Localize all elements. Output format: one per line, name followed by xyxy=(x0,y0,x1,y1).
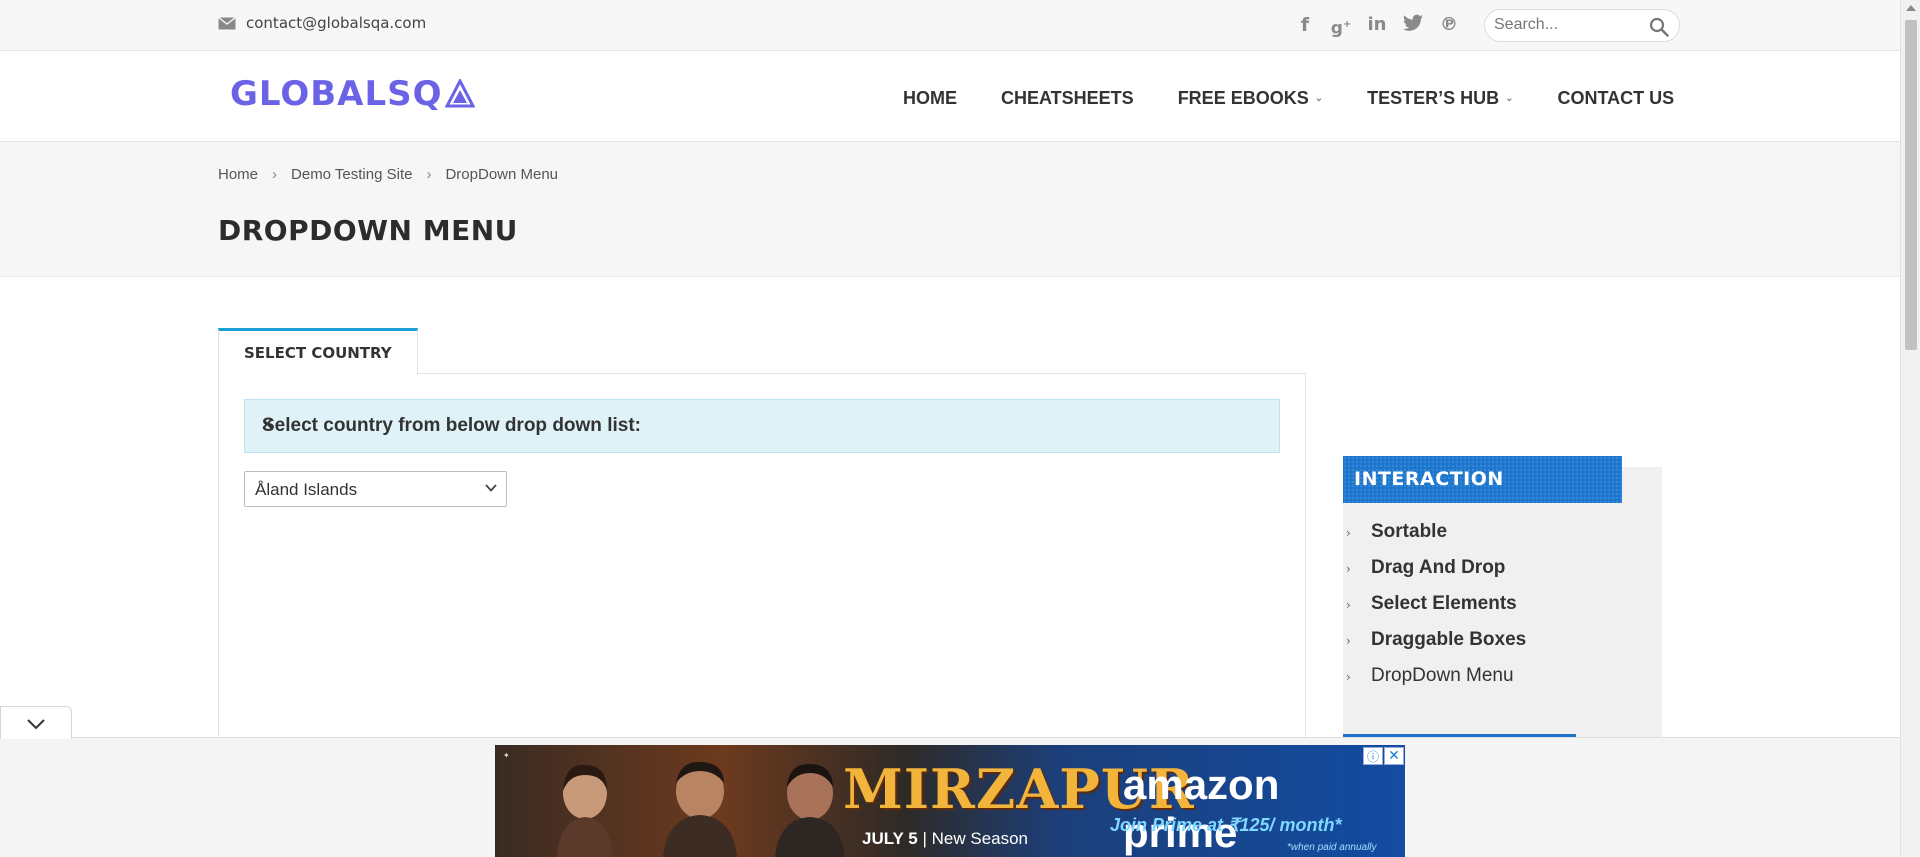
page-scrollbar[interactable] xyxy=(1900,0,1920,857)
search-icon[interactable] xyxy=(1649,17,1669,37)
sidebar-item-sortable[interactable]: › Sortable xyxy=(1343,516,1643,552)
top-bar: contact@globalsqa.com f g+ in ℗ xyxy=(0,0,1900,51)
ad-offer: Join Prime at ₹125/ month* xyxy=(1110,815,1342,835)
contact-email-text: contact@globalsqa.com xyxy=(246,14,427,32)
site-logo[interactable]: GLOBALSQ xyxy=(230,74,475,114)
sidebar-item-select-elements[interactable]: › Select Elements xyxy=(1343,588,1643,624)
ad-badge-logo: ✦ xyxy=(503,751,510,760)
nav-contact-us[interactable]: CONTACT US xyxy=(1558,88,1675,109)
site-header: GLOBALSQ HOME CHEATSHEETS FREE EBOOKS ⌄ T… xyxy=(0,52,1900,142)
sidebar-item-label: Select Elements xyxy=(1371,593,1517,614)
google-plus-icon[interactable]: g+ xyxy=(1330,14,1352,39)
nav-cheatsheets[interactable]: CHEATSHEETS xyxy=(1001,88,1134,109)
ad-cast-image xyxy=(557,761,845,857)
main-nav: HOME CHEATSHEETS FREE EBOOKS ⌄ TESTER’S H… xyxy=(903,88,1674,109)
sidebar-item-label: Draggable Boxes xyxy=(1371,629,1527,650)
chevron-right-icon: › xyxy=(1346,526,1351,540)
linkedin-icon[interactable]: in xyxy=(1366,14,1388,36)
chevron-right-icon: › xyxy=(1346,598,1351,612)
breadcrumb-current: DropDown Menu xyxy=(445,166,559,183)
nav-free-ebooks[interactable]: FREE EBOOKS ⌄ xyxy=(1178,88,1323,109)
chevron-right-icon: › xyxy=(1346,670,1351,684)
sidebar-heading: INTERACTION xyxy=(1343,456,1622,503)
sidebar-item-label: DropDown Menu xyxy=(1371,665,1514,686)
ad-date: JULY 5 | New Season xyxy=(862,829,1028,849)
chevron-down-icon xyxy=(485,484,497,492)
adchoices-icon[interactable]: ⓘ xyxy=(1363,747,1383,765)
tab-label: SELECT COUNTRY xyxy=(244,344,392,362)
breadcrumb-demo-testing-site[interactable]: Demo Testing Site xyxy=(291,166,412,183)
country-select[interactable]: Åland Islands xyxy=(244,471,507,507)
nav-home[interactable]: HOME xyxy=(903,88,957,109)
chevron-down-icon xyxy=(27,719,45,730)
social-links: f g+ in ℗ xyxy=(1294,14,1460,39)
country-select-value: Åland Islands xyxy=(255,480,358,499)
ad-date-rest: | New Season xyxy=(917,829,1029,848)
sidebar-heading-text: INTERACTION xyxy=(1354,468,1504,490)
ad-fine-print: *when paid annually xyxy=(1287,842,1377,853)
info-alert: Select country from below drop down list… xyxy=(244,399,1280,453)
advertisement-banner[interactable]: ✦ MIRZAPUR JULY 5 | New Season amazon pr… xyxy=(495,745,1405,857)
sidebar-item-dropdown-menu[interactable]: › DropDown Menu xyxy=(1343,660,1643,696)
chevron-down-icon: ⌄ xyxy=(1505,93,1514,104)
breadcrumb-separator-icon: › xyxy=(426,166,432,183)
scrollbar-thumb[interactable] xyxy=(1905,20,1917,350)
collapse-ad-button[interactable] xyxy=(0,706,72,739)
ad-date-bold: JULY 5 xyxy=(862,829,918,848)
sidebar-item-draggable-boxes[interactable]: › Draggable Boxes xyxy=(1343,624,1643,660)
search-box[interactable] xyxy=(1484,9,1680,42)
logo-triangle-icon xyxy=(444,79,475,108)
chevron-right-icon: › xyxy=(1346,634,1351,648)
facebook-icon[interactable]: f xyxy=(1294,14,1316,36)
breadcrumb: Home › Demo Testing Site › DropDown Menu xyxy=(218,166,558,183)
ad-close-icon[interactable]: ✕ xyxy=(1384,747,1404,765)
logo-text: GLOBALSQ xyxy=(230,74,443,114)
pinterest-icon[interactable]: ℗ xyxy=(1438,14,1460,36)
sidebar-item-drag-and-drop[interactable]: › Drag And Drop xyxy=(1343,552,1643,588)
breadcrumb-separator-icon: › xyxy=(272,166,278,183)
sidebar-list: › Sortable › Drag And Drop › Select Elem… xyxy=(1343,516,1643,696)
sidebar-item-label: Drag And Drop xyxy=(1371,557,1506,578)
chevron-down-icon: ⌄ xyxy=(1314,93,1324,104)
sidebar-item-label: Sortable xyxy=(1371,521,1448,542)
breadcrumb-home[interactable]: Home xyxy=(218,166,258,183)
nav-testers-hub[interactable]: TESTER’S HUB ⌄ xyxy=(1367,88,1513,109)
close-icon[interactable]: × xyxy=(262,414,1265,435)
tab-select-country[interactable]: SELECT COUNTRY xyxy=(218,328,418,375)
chevron-right-icon: › xyxy=(1346,562,1351,576)
page-title: DROPDOWN MENU xyxy=(218,214,518,247)
search-input[interactable] xyxy=(1494,16,1644,34)
contact-email[interactable]: contact@globalsqa.com xyxy=(218,14,426,32)
tab-panel: Select country from below drop down list… xyxy=(218,373,1306,753)
scroll-up-arrow-icon[interactable] xyxy=(1906,5,1916,11)
twitter-icon[interactable] xyxy=(1402,14,1424,36)
page-title-band: Home › Demo Testing Site › DropDown Menu… xyxy=(0,142,1900,277)
envelope-icon xyxy=(218,16,236,29)
